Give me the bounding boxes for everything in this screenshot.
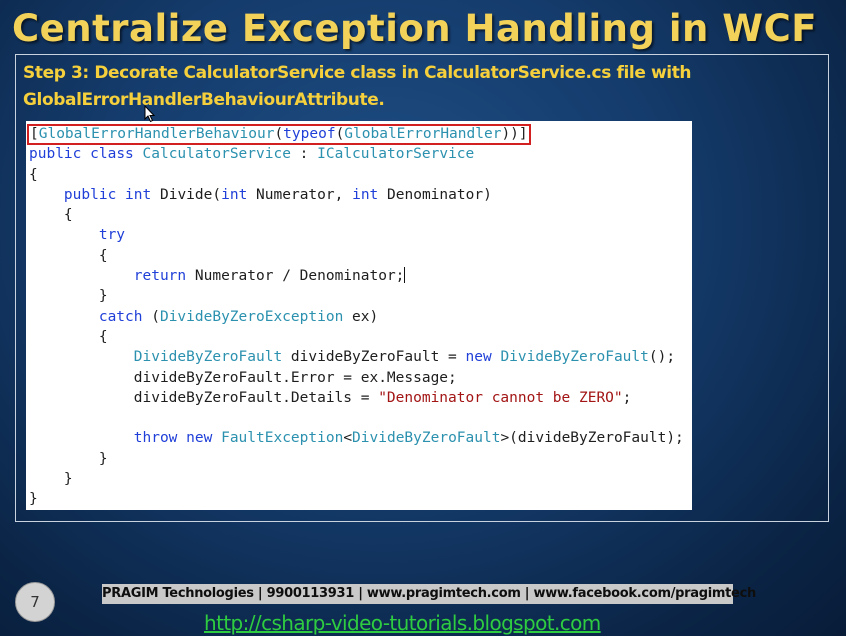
slide-number-badge: 7 — [15, 582, 55, 622]
code-token: catch — [98, 308, 143, 325]
code-token: return — [133, 268, 187, 285]
code-token: Numerator — [256, 186, 335, 203]
code-token: DivideByZeroException — [159, 308, 344, 325]
code-block: [GlobalErrorHandlerBehaviour(typeof(Glob… — [27, 124, 684, 508]
code-token: divideByZeroFault — [517, 430, 667, 447]
code-token: int — [352, 186, 379, 203]
code-token: class — [90, 146, 134, 163]
code-token: divideByZeroFault — [290, 349, 440, 366]
code-token: ex — [352, 308, 370, 325]
code-token: DivideByZeroFault — [352, 430, 501, 447]
code-token: new — [186, 430, 213, 447]
code-token: divideByZeroFault.Error = ex.Message; — [133, 369, 457, 386]
code-token: try — [98, 227, 126, 244]
code-token: CalculatorService — [142, 146, 291, 163]
code-token: public — [29, 146, 82, 163]
attribute-highlight-box: [GlobalErrorHandlerBehaviour(typeof(Glob… — [27, 124, 531, 145]
code-token: DivideByZeroFault — [500, 349, 649, 366]
text-caret — [404, 267, 406, 284]
slide-title: Centralize Exception Handling in WCF — [12, 7, 818, 50]
code-token: "Denominator cannot be ZERO" — [378, 389, 623, 406]
code-token: new — [465, 349, 492, 366]
code-token: Numerator / Denominator; — [194, 268, 405, 285]
step-line-2: GlobalErrorHandlerBehaviourAttribute. — [23, 90, 385, 110]
code-token: ICalculatorService — [317, 146, 475, 163]
code-token: DivideByZeroFault — [133, 349, 283, 366]
code-token: GlobalErrorHandlerBehaviour — [38, 126, 275, 142]
code-panel: [GlobalErrorHandlerBehaviour(typeof(Glob… — [26, 121, 692, 510]
code-token: Divide — [159, 186, 213, 203]
code-token: typeof — [283, 126, 336, 142]
code-token: FaultException — [221, 430, 344, 447]
code-token: int — [221, 186, 248, 203]
step-instruction: Step 3: Decorate CalculatorService class… — [23, 60, 823, 114]
code-token: public — [63, 186, 117, 203]
code-token: GlobalErrorHandler — [344, 126, 502, 142]
code-token: Denominator — [387, 186, 484, 203]
blog-link[interactable]: http://csharp-video-tutorials.blogspot.c… — [204, 612, 636, 634]
code-token: divideByZeroFault.Details = — [133, 389, 379, 406]
code-token: throw — [133, 430, 178, 447]
footer-contact-bar: PRAGIM Technologies | 9900113931 | www.p… — [102, 584, 756, 604]
code-token: int — [125, 186, 152, 203]
step-line-1: Step 3: Decorate CalculatorService class… — [23, 63, 692, 83]
mouse-pointer-icon — [144, 105, 156, 123]
